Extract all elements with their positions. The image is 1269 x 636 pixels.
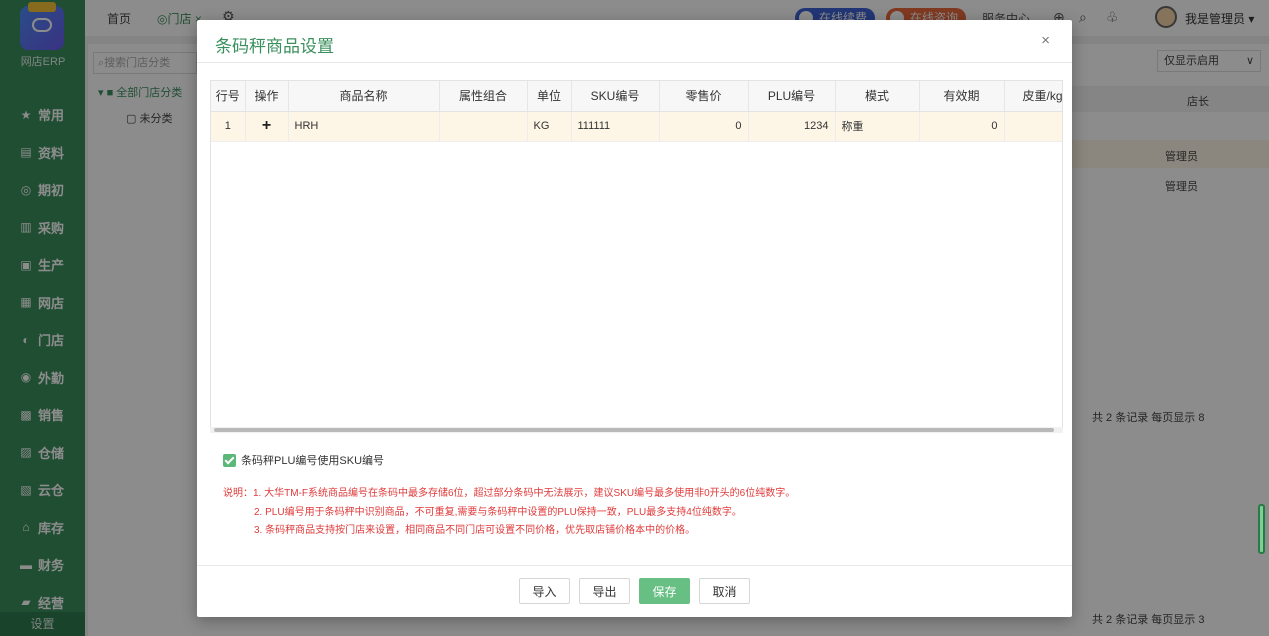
tare-cell[interactable]: 0 — [1004, 111, 1062, 142]
plus-icon: + — [261, 117, 272, 134]
dialog-footer: 导入 导出 保存 取消 — [197, 578, 1072, 608]
mode-cell[interactable]: 称重 — [835, 111, 920, 142]
attr-combo-cell[interactable] — [439, 111, 528, 142]
price-cell[interactable]: 0 — [659, 111, 749, 142]
product-name-cell[interactable]: HRH — [288, 111, 440, 142]
product-table: 行号 操作 商品名称 属性组合 单位 SKU编号 零售价 PLU编号 模式 有效… — [211, 81, 1062, 142]
unit-cell[interactable]: KG — [527, 111, 572, 142]
product-grid: 行号 操作 商品名称 属性组合 单位 SKU编号 零售价 PLU编号 模式 有效… — [210, 80, 1063, 433]
export-button[interactable]: 导出 — [579, 578, 630, 604]
barcode-scale-dialog: 条码秤商品设置 × 行号 操作 商品名称 属性组合 单位 SKU编号 零售价 P… — [197, 20, 1072, 617]
col-row-no: 行号 — [211, 81, 246, 112]
sku-cell[interactable]: 111111 — [571, 111, 660, 142]
plu-use-sku-label: 条码秤PLU编号使用SKU编号 — [241, 455, 385, 467]
divider — [197, 565, 1072, 566]
note-line: 说明：1. 大华TM-F系统商品编号在条码中最多存储6位，超过部分条码中无法展示… — [223, 488, 796, 499]
notes-block: 说明：1. 大华TM-F系统商品编号在条码中最多存储6位，超过部分条码中无法展示… — [223, 485, 795, 541]
col-plu: PLU编号 — [748, 81, 836, 112]
divider — [197, 62, 1072, 63]
col-sku: SKU编号 — [571, 81, 660, 112]
table-row[interactable]: 1 + HRH KG 111111 0 1234 称重 0 0 — [211, 111, 1062, 142]
table-header-row: 行号 操作 商品名称 属性组合 单位 SKU编号 零售价 PLU编号 模式 有效… — [211, 81, 1062, 112]
plu-use-sku-option[interactable]: 条码秤PLU编号使用SKU编号 — [223, 452, 384, 468]
expiry-cell[interactable]: 0 — [919, 111, 1005, 142]
dialog-title: 条码秤商品设置 — [215, 37, 334, 56]
add-row-button[interactable]: + — [245, 111, 289, 142]
import-button[interactable]: 导入 — [519, 578, 570, 604]
cancel-button[interactable]: 取消 — [699, 578, 750, 604]
col-price: 零售价 — [659, 81, 749, 112]
col-attr-combo: 属性组合 — [439, 81, 528, 112]
plu-use-sku-checkbox[interactable] — [223, 453, 236, 467]
col-mode: 模式 — [835, 81, 920, 112]
app-root: 网店ERP ★ 常用 ▤ 资料 ◎ 期初 ▥ 采购 ▣ 生产 ▦ 网店 ◐ 门店 ◉ 外勤 ▩ 销… — [0, 0, 1269, 636]
scrollbar-thumb[interactable] — [214, 428, 1054, 432]
col-expiry: 有效期 — [919, 81, 1005, 112]
col-tare: 皮重/kg — [1004, 81, 1062, 112]
horizontal-scrollbar[interactable] — [210, 427, 1063, 433]
note-line: 2. PLU编号用于条码秤中识别商品，不可重复,需要与条码秤中设置的PLU保持一… — [254, 506, 742, 518]
row-no-cell: 1 — [211, 111, 246, 142]
col-action: 操作 — [245, 81, 289, 112]
note-line: 3. 条码秤商品支持按门店来设置，相同商品不同门店可设置不同价格，优先取店铺价格… — [254, 525, 696, 536]
save-button[interactable]: 保存 — [639, 578, 690, 604]
col-product-name: 商品名称 — [288, 81, 440, 112]
col-unit: 单位 — [527, 81, 572, 112]
scroll-indicator[interactable] — [1258, 504, 1265, 554]
close-icon[interactable]: × — [1041, 32, 1050, 49]
plu-cell[interactable]: 1234 — [748, 111, 836, 142]
